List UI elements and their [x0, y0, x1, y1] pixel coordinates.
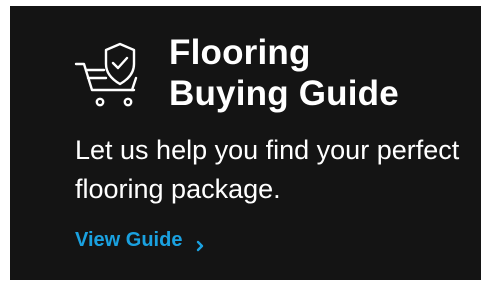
card-title: Flooring Buying Guide [169, 32, 399, 114]
card-header: Flooring Buying Guide [74, 32, 399, 120]
title-line-1: Flooring [169, 33, 311, 72]
view-guide-label: View Guide [75, 229, 183, 251]
promo-card: Flooring Buying Guide Let us help you fi… [10, 6, 481, 280]
card-description: Let us help you find your perfect floori… [75, 135, 460, 204]
title-line-2: Buying Guide [169, 74, 399, 113]
cart-shield-check-icon [74, 38, 156, 120]
view-guide-link[interactable]: View Guide [75, 226, 206, 254]
chevron-right-icon [194, 233, 206, 252]
